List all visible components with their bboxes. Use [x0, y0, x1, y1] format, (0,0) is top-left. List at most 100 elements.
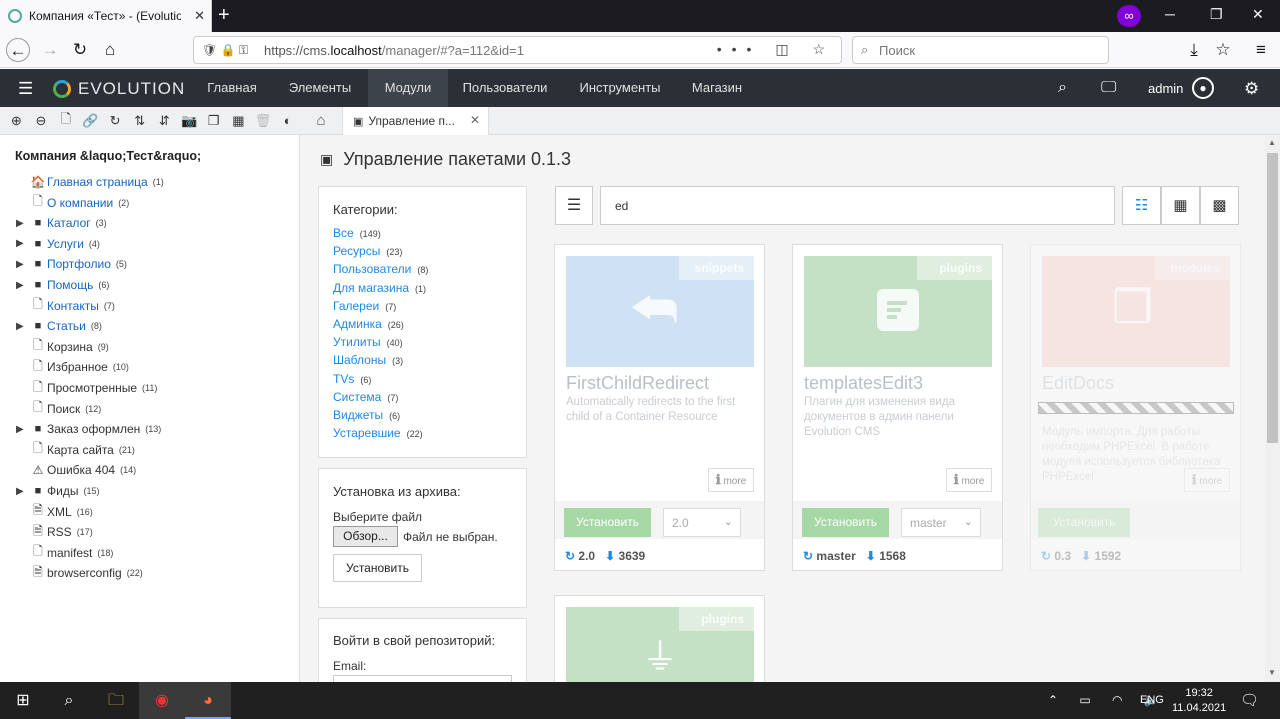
menu-store[interactable]: Магазин — [682, 69, 752, 107]
library-icon[interactable]: ☆ — [1211, 38, 1235, 62]
tree-node[interactable]: ▶ ■ Статьи (8) — [16, 316, 102, 336]
minimize-button[interactable]: ─ — [1165, 6, 1175, 22]
install-button[interactable]: Установить — [1038, 508, 1130, 537]
search-icon[interactable]: ⌕ — [1058, 79, 1067, 97]
grid-large-view-button[interactable]: ▩ — [1200, 186, 1239, 225]
expand-arrow-icon[interactable]: ▶ — [16, 218, 30, 229]
refresh-tree-icon[interactable]: ↻ — [103, 113, 128, 129]
scrollbar-thumb[interactable] — [1267, 153, 1278, 443]
close-tab-icon[interactable]: ✕ — [194, 8, 205, 24]
tree-node[interactable]: 🏠 Главная страница (1) — [16, 172, 164, 192]
more-button[interactable]: ℹ more — [708, 468, 754, 492]
input-language[interactable]: ENG — [1140, 694, 1164, 706]
username[interactable]: admin — [1148, 81, 1183, 96]
home-button[interactable]: ⌂ — [98, 38, 122, 62]
install-button[interactable]: Установить — [564, 508, 651, 537]
more-button[interactable]: ℹ more — [946, 468, 992, 492]
more-button[interactable]: ℹ more — [1184, 468, 1230, 492]
hamburger-menu-icon[interactable]: ☰ — [18, 79, 33, 99]
vertical-scrollbar[interactable]: ▲ ▼ — [1265, 135, 1280, 682]
new-tab-button[interactable]: + — [218, 4, 230, 26]
collapse-all-icon[interactable]: ⊖ — [29, 113, 54, 129]
category-link[interactable]: Админка (26) — [333, 317, 404, 331]
sort-tree-icon[interactable]: ⇅ — [127, 113, 152, 129]
menu-main[interactable]: Главная — [196, 69, 268, 107]
category-link[interactable]: Утилиты (40) — [333, 335, 403, 349]
category-link[interactable]: Виджеты (6) — [333, 408, 400, 422]
tree-node[interactable]: ▶ ■ Фиды (15) — [16, 481, 99, 501]
expand-arrow-icon[interactable]: ▶ — [16, 238, 30, 249]
browser-tab[interactable]: Компания «Тест» - (Evolution ✕ — [0, 0, 212, 32]
app-menu-icon[interactable]: ≡ — [1249, 38, 1273, 62]
address-bar[interactable]: 🛡 🔒 ⚿ https://cms. localhost/manager/#?a=… — [193, 36, 842, 64]
elements-icon[interactable]: ▦ — [226, 113, 251, 129]
monitor-icon[interactable]: 🖵 — [1101, 79, 1116, 97]
images-icon[interactable]: 📷 — [177, 113, 202, 129]
category-link[interactable]: Все (149) — [333, 226, 381, 240]
tree-node[interactable]: 🗎 XML (16) — [16, 502, 93, 522]
close-icon[interactable]: ✕ — [470, 113, 480, 127]
search-icon[interactable]: ⌕ — [46, 682, 92, 719]
list-view-button[interactable]: ☷ — [1122, 186, 1161, 225]
category-link[interactable]: Галереи (7) — [333, 299, 396, 313]
menu-elements[interactable]: Элементы — [280, 69, 360, 107]
grid-small-view-button[interactable]: ▦ — [1161, 186, 1200, 225]
menu-modules[interactable]: Модули — [368, 69, 448, 107]
version-select[interactable]: 2.0 ⌄ — [663, 508, 741, 537]
browser-search-input[interactable]: ⌕ Поиск — [852, 36, 1109, 64]
user-avatar-icon[interactable]: ● — [1192, 77, 1214, 99]
tree-node[interactable]: ▶ ■ Каталог (3) — [16, 213, 107, 233]
tree-node[interactable]: 🗎 RSS (17) — [16, 522, 93, 542]
expand-all-icon[interactable]: ⊕ — [4, 113, 29, 129]
package-filter-input[interactable]: ed — [600, 186, 1115, 225]
app-red-icon[interactable]: ◉ — [139, 682, 185, 719]
tree-node[interactable]: 🗎 browserconfig (22) — [16, 563, 143, 583]
evolution-logo[interactable]: EVOLUTION — [53, 79, 185, 99]
category-link[interactable]: Устаревшие (22) — [333, 426, 423, 440]
sort-order-icon[interactable]: ⇵ — [152, 113, 177, 129]
back-button[interactable]: ← — [6, 38, 30, 62]
expand-arrow-icon[interactable]: ▶ — [16, 486, 30, 497]
tree-node[interactable]: 🗋 manifest (18) — [16, 543, 113, 563]
tree-node[interactable]: ▶ ■ Заказ оформлен (13) — [16, 419, 161, 439]
tree-node[interactable]: 🗋 О компании (2) — [16, 193, 129, 213]
home-tab-icon[interactable]: ⌂ — [300, 107, 342, 135]
category-link[interactable]: Ресурсы (23) — [333, 244, 402, 258]
site-name[interactable]: Компания &laquo;Тест&raquo; — [15, 149, 201, 163]
new-weblink-icon[interactable]: 🔗 — [78, 113, 103, 129]
tree-node[interactable]: ▶ ■ Помощь (6) — [16, 275, 109, 295]
tree-node[interactable]: ▶ ■ Портфолио (5) — [16, 254, 127, 274]
install-archive-button[interactable]: Установить — [333, 554, 422, 582]
expand-arrow-icon[interactable]: ▶ — [16, 424, 30, 435]
tree-node[interactable]: 🗋 Корзина (9) — [16, 337, 109, 357]
clock[interactable]: 19:32 11.04.2021 — [1172, 686, 1226, 716]
menu-users[interactable]: Пользователи — [455, 69, 555, 107]
category-link[interactable]: TVs (6) — [333, 372, 371, 386]
trash-icon[interactable]: 🗑 — [251, 113, 276, 129]
new-document-icon[interactable]: 🗋 — [53, 110, 78, 132]
forward-button[interactable]: → — [38, 38, 62, 62]
tab-package-manager[interactable]: ▣ Управление п... ✕ — [342, 107, 489, 135]
email-field[interactable] — [333, 675, 512, 682]
firefox-icon[interactable]: ◕ — [185, 682, 231, 719]
site-info-icons[interactable]: 🛡 🔒 ⚿ — [202, 43, 248, 58]
category-link[interactable]: Шаблоны (3) — [333, 353, 403, 367]
browse-button[interactable]: Обзор... — [333, 526, 398, 547]
reload-button[interactable]: ↻ — [68, 38, 92, 62]
page-actions-icons[interactable]: ••• ◫ ☆ — [717, 41, 835, 58]
expand-arrow-icon[interactable]: ▶ — [16, 280, 30, 291]
tree-node[interactable]: 🗋 Поиск (12) — [16, 399, 101, 419]
category-link[interactable]: Пользователи (8) — [333, 262, 428, 276]
downloads-icon[interactable]: ⤓ — [1182, 38, 1206, 62]
settings-gears-icon[interactable]: ⚙ — [1244, 79, 1259, 99]
scroll-up-icon[interactable]: ▲ — [1268, 138, 1276, 147]
category-toggle-button[interactable]: ☰ — [555, 186, 593, 225]
menu-tools[interactable]: Инструменты — [570, 69, 670, 107]
tree-node[interactable]: ⚠ Ошибка 404 (14) — [16, 460, 137, 480]
install-button[interactable]: Установить — [802, 508, 889, 537]
expand-arrow-icon[interactable]: ▶ — [16, 321, 30, 332]
tree-node[interactable]: ▶ ■ Услуги (4) — [16, 234, 100, 254]
tree-node[interactable]: 🗋 Просмотренные (11) — [16, 378, 157, 398]
category-link[interactable]: Для магазина (1) — [333, 281, 426, 295]
theme-toggle-icon[interactable]: ◐ — [275, 113, 300, 128]
